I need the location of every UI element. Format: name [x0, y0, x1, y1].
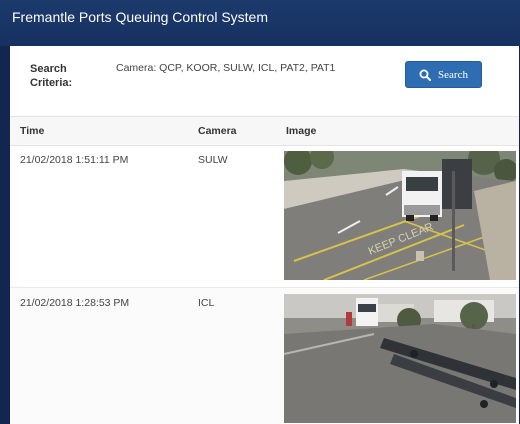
row-time: 21/02/2018 1:28:53 PM	[20, 297, 130, 309]
search-criteria-value: Camera: QCP, KOOR, SULW, ICL, PAT2, PAT1	[116, 62, 336, 74]
table-header: Time Camera Image	[10, 116, 519, 146]
title-bar: Fremantle Ports Queuing Control System	[0, 0, 520, 46]
camera-image-thumbnail[interactable]: KEEP CLEAR	[284, 151, 516, 280]
app-window: Fremantle Ports Queuing Control System S…	[0, 0, 520, 424]
search-button[interactable]: Search	[405, 61, 482, 88]
search-button-label: Search	[438, 68, 468, 81]
camera-image-thumbnail[interactable]	[284, 294, 516, 423]
column-header-image: Image	[286, 125, 317, 137]
column-header-camera: Camera	[198, 125, 237, 137]
table-row[interactable]: 21/02/2018 1:51:11 PM SULW KEEP CLEAR	[10, 145, 519, 288]
search-criteria-label: Search Criteria:	[30, 63, 73, 89]
row-camera: SULW	[198, 154, 228, 166]
search-icon	[419, 69, 432, 81]
results-panel: Search Criteria: Camera: QCP, KOOR, SULW…	[10, 46, 519, 424]
table-row[interactable]: 21/02/2018 1:28:53 PM ICL	[10, 288, 519, 424]
row-camera: ICL	[198, 297, 215, 309]
app-title: Fremantle Ports Queuing Control System	[12, 9, 268, 25]
row-time: 21/02/2018 1:51:11 PM	[20, 154, 129, 166]
column-header-time: Time	[20, 125, 45, 137]
